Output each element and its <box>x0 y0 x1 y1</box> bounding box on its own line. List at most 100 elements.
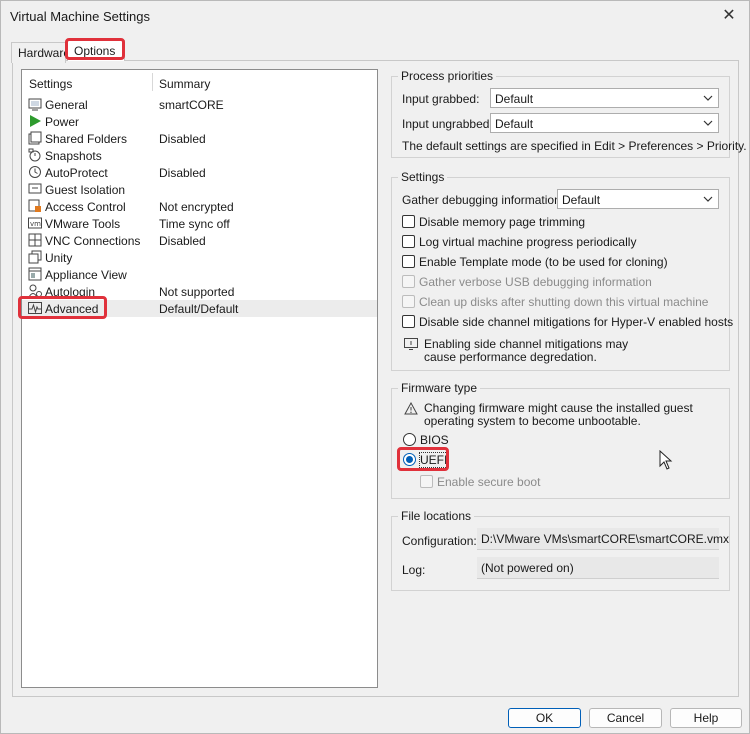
checkbox-box <box>402 295 415 308</box>
list-item-label: Advanced <box>45 302 99 316</box>
input-ungrabbed-select[interactable]: Default <box>490 113 719 133</box>
list-item-summary: Disabled <box>159 166 206 180</box>
list-item-summary: Disabled <box>159 234 206 248</box>
checkbox-box <box>402 215 415 228</box>
list-item-shared-folders[interactable]: Shared Folders Disabled <box>22 130 377 147</box>
select-value: Default <box>495 117 534 131</box>
list-item-appliance-view[interactable]: Appliance View <box>22 266 377 283</box>
vm-settings-window: Virtual Machine Settings ✕ Hardware Opti… <box>0 0 750 734</box>
list-item-vnc-connections[interactable]: VNC Connections Disabled <box>22 232 377 249</box>
list-item-summary: Default/Default <box>159 302 239 316</box>
shared-folders-icon <box>28 131 42 145</box>
list-item-label: VNC Connections <box>45 234 141 248</box>
list-item-label: General <box>45 98 88 112</box>
list-item-summary: Not encrypted <box>159 200 234 214</box>
radio-circle <box>403 453 416 466</box>
list-item-power[interactable]: Power <box>22 113 377 130</box>
group-title: Process priorities <box>398 69 497 83</box>
cancel-button[interactable]: Cancel <box>589 708 662 728</box>
tab-options[interactable]: Options <box>67 40 125 61</box>
list-item-label: VMware Tools <box>45 217 121 231</box>
ok-button[interactable]: OK <box>508 708 581 728</box>
group-title: Settings <box>398 170 448 184</box>
gather-debugging-label: Gather debugging information: <box>402 193 565 207</box>
autoprotect-icon <box>29 166 41 178</box>
power-icon <box>30 115 41 127</box>
checkbox-label: Disable memory page trimming <box>419 215 586 229</box>
list-item-label: Guest Isolation <box>45 183 126 197</box>
guest-isolation-icon <box>28 183 42 194</box>
list-item-summary: Disabled <box>159 132 206 146</box>
firmware-warning-line1: Changing firmware might cause the instal… <box>424 401 693 415</box>
list-item-general[interactable]: General smartCORE <box>22 96 377 113</box>
warning-icon <box>404 402 418 415</box>
checkbox-label: Enable Template mode (to be used for clo… <box>419 255 668 269</box>
appliance-view-icon <box>28 267 42 281</box>
input-grabbed-select[interactable]: Default <box>490 88 719 108</box>
mouse-cursor-icon <box>659 450 673 470</box>
input-grabbed-label: Input grabbed: <box>402 92 480 106</box>
vmware-tools-icon: vm <box>28 217 42 229</box>
list-item-label: Snapshots <box>45 149 102 163</box>
close-icon[interactable]: ✕ <box>709 1 749 31</box>
checkbox-box <box>402 255 415 268</box>
svg-text:vm: vm <box>30 220 41 228</box>
group-title: Firmware type <box>398 381 481 395</box>
log-path-field[interactable]: (Not powered on) <box>477 557 719 579</box>
list-item-summary: Not supported <box>159 285 235 299</box>
firmware-warning-line2: operating system to become unbootable. <box>424 414 641 428</box>
configuration-label: Configuration: <box>402 534 477 548</box>
group-title: File locations <box>398 509 475 523</box>
help-button[interactable]: Help <box>670 708 742 728</box>
snapshots-icon <box>28 148 41 162</box>
checkbox-box <box>402 275 415 288</box>
general-icon <box>28 98 42 111</box>
checkbox-box <box>420 475 433 488</box>
list-item-vmware-tools[interactable]: vm VMware Tools Time sync off <box>22 215 377 232</box>
field-value: D:\VMware VMs\smartCORE\smartCORE.vmx <box>481 532 730 546</box>
radio-label: BIOS <box>420 433 449 447</box>
column-header-settings[interactable]: Settings <box>29 77 72 91</box>
checkbox-box <box>402 315 415 328</box>
checkbox-label: Log virtual machine progress periodicall… <box>419 235 637 249</box>
list-item-snapshots[interactable]: Snapshots <box>22 147 377 164</box>
chevron-down-icon <box>703 120 713 126</box>
checkbox-label: Gather verbose USB debugging information <box>419 275 652 289</box>
list-item-access-control[interactable]: Access Control Not encrypted <box>22 198 377 215</box>
list-item-label: Shared Folders <box>45 132 128 146</box>
side-channel-info-line1: Enabling side channel mitigations may <box>424 337 629 351</box>
select-value: Default <box>562 193 601 207</box>
side-channel-info-line2: cause performance degredation. <box>424 350 597 364</box>
gather-debugging-select[interactable]: Default <box>557 189 719 209</box>
select-value: Default <box>495 92 534 106</box>
list-item-label: Appliance View <box>45 268 127 282</box>
list-item-label: Power <box>45 115 80 129</box>
radio-circle <box>403 433 416 446</box>
vnc-icon <box>28 233 42 247</box>
checkbox-label: Clean up disks after shutting down this … <box>419 295 709 309</box>
list-item-advanced[interactable]: Advanced Default/Default <box>22 300 377 317</box>
list-header: Settings Summary <box>22 70 377 94</box>
access-control-icon <box>28 199 41 212</box>
list-item-autologin[interactable]: Autologin Not supported <box>22 283 377 300</box>
list-item-label: AutoProtect <box>45 166 108 180</box>
chevron-down-icon <box>703 196 713 202</box>
chevron-down-icon <box>703 95 713 101</box>
unity-icon <box>28 250 42 264</box>
list-item-summary: smartCORE <box>159 98 224 112</box>
list-item-unity[interactable]: Unity <box>22 249 377 266</box>
column-separator <box>152 73 153 91</box>
list-item-label: Access Control <box>45 200 126 214</box>
tab-hardware[interactable]: Hardware <box>11 42 70 63</box>
title-bar: Virtual Machine Settings ✕ <box>1 1 749 33</box>
list-item-guest-isolation[interactable]: Guest Isolation <box>22 181 377 198</box>
autologin-icon <box>28 284 42 298</box>
input-ungrabbed-label: Input ungrabbed: <box>402 117 493 131</box>
checkbox-label: Disable side channel mitigations for Hyp… <box>419 315 734 329</box>
checkbox-label: Enable secure boot <box>437 475 541 489</box>
list-item-summary: Time sync off <box>159 217 230 231</box>
configuration-path-field[interactable]: D:\VMware VMs\smartCORE\smartCORE.vmx <box>477 528 729 550</box>
column-header-summary[interactable]: Summary <box>159 77 210 91</box>
advanced-icon <box>28 302 42 314</box>
list-item-autoprotect[interactable]: AutoProtect Disabled <box>22 164 377 181</box>
